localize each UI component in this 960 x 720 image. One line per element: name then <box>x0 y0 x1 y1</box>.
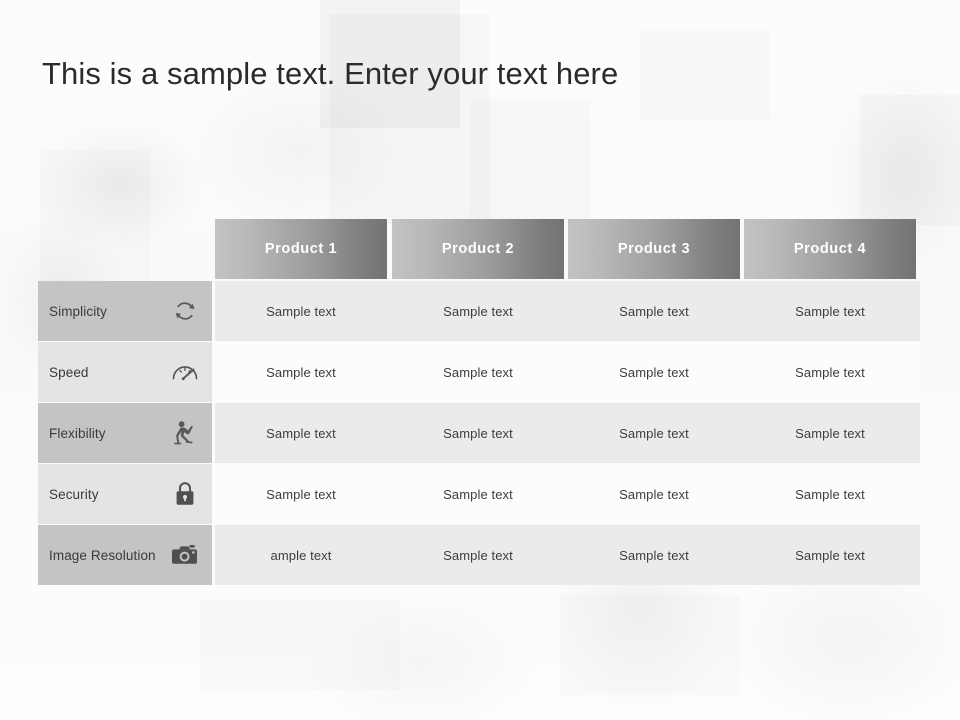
table-cell[interactable]: Sample text <box>215 342 387 402</box>
yoga-pose-icon <box>170 417 200 449</box>
row-label-cell-flexibility[interactable]: Flexibility <box>38 403 212 463</box>
table-cell[interactable]: Sample text <box>568 403 740 463</box>
comparison-table: Product 1 Product 2 Product 3 Product 4 … <box>38 219 920 585</box>
table-cell[interactable]: Sample text <box>744 525 916 585</box>
speedometer-icon <box>170 356 200 388</box>
table-cell[interactable]: Sample text <box>568 281 740 341</box>
column-header-label: Product 3 <box>617 241 691 257</box>
table-row: Image Resolution ample text Sample text … <box>38 525 920 585</box>
row-label: Image Resolution <box>49 547 156 563</box>
table-cell[interactable]: Sample text <box>568 464 740 524</box>
column-header-label: Product 2 <box>441 241 515 257</box>
table-cell[interactable]: Sample text <box>744 281 916 341</box>
slide-canvas: This is a sample text. Enter your text h… <box>0 0 960 720</box>
row-data-strip: Sample text Sample text Sample text Samp… <box>215 464 920 524</box>
row-label: Simplicity <box>49 303 108 319</box>
row-label: Security <box>49 486 99 502</box>
table-cell[interactable]: Sample text <box>215 464 387 524</box>
bg-shape <box>470 100 590 220</box>
row-label: Speed <box>49 364 89 380</box>
table-row: Security Sample text Sample text Sample … <box>38 464 920 524</box>
table-cell[interactable]: Sample text <box>215 403 387 463</box>
table-cell[interactable]: Sample text <box>568 342 740 402</box>
slide-title: This is a sample text. Enter your text h… <box>42 56 619 91</box>
table-row: Flexibility Sample text Sample text Samp… <box>38 403 920 463</box>
table-cell[interactable]: Sample text <box>392 403 564 463</box>
row-label: Flexibility <box>49 425 106 441</box>
bg-shape <box>860 95 960 225</box>
table-row: Simplicity Sample text Sample text Sampl… <box>38 281 920 341</box>
row-data-strip: Sample text Sample text Sample text Samp… <box>215 342 920 402</box>
column-header-product-2[interactable]: Product 2 <box>392 219 564 279</box>
bg-shape <box>330 14 490 224</box>
row-data-strip: Sample text Sample text Sample text Samp… <box>215 281 920 341</box>
column-header-product-4[interactable]: Product 4 <box>744 219 916 279</box>
row-data-strip: Sample text Sample text Sample text Samp… <box>215 403 920 463</box>
table-cell[interactable]: Sample text <box>744 342 916 402</box>
table-cell[interactable]: Sample text <box>392 525 564 585</box>
row-label-cell-speed[interactable]: Speed <box>38 342 212 402</box>
table-header-row: Product 1 Product 2 Product 3 Product 4 <box>215 219 920 279</box>
table-cell[interactable]: Sample text <box>744 403 916 463</box>
padlock-icon <box>170 478 200 510</box>
table-cell[interactable]: ample text <box>215 525 387 585</box>
column-header-label: Product 4 <box>793 241 867 257</box>
table-cell[interactable]: Sample text <box>215 281 387 341</box>
row-data-strip: ample text Sample text Sample text Sampl… <box>215 525 920 585</box>
table-cell[interactable]: Sample text <box>744 464 916 524</box>
column-header-product-3[interactable]: Product 3 <box>568 219 740 279</box>
column-header-product-1[interactable]: Product 1 <box>215 219 387 279</box>
row-label-cell-image-resolution[interactable]: Image Resolution <box>38 525 212 585</box>
bg-shape <box>200 600 400 690</box>
table-row: Speed Sample text Sample text Sample tex… <box>38 342 920 402</box>
bg-shape <box>640 30 770 120</box>
row-label-cell-security[interactable]: Security <box>38 464 212 524</box>
table-cell[interactable]: Sample text <box>392 281 564 341</box>
table-cell[interactable]: Sample text <box>392 464 564 524</box>
bg-shape <box>560 595 740 695</box>
column-header-label: Product 1 <box>264 241 338 257</box>
camera-icon <box>170 539 200 571</box>
table-cell[interactable]: Sample text <box>568 525 740 585</box>
refresh-cycle-icon <box>170 295 200 327</box>
row-label-cell-simplicity[interactable]: Simplicity <box>38 281 212 341</box>
table-cell[interactable]: Sample text <box>392 342 564 402</box>
